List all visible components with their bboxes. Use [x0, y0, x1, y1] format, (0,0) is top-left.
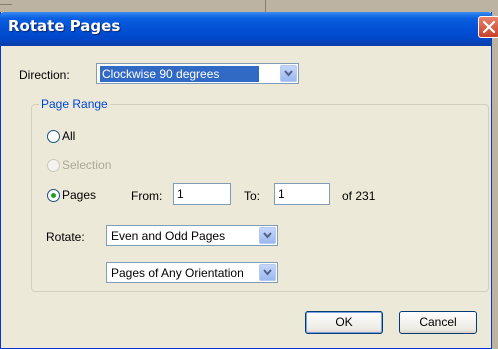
orientation-select[interactable]: Pages of Any Orientation: [106, 262, 278, 283]
chevron-down-icon: [263, 232, 272, 239]
all-label: All: [62, 129, 76, 143]
selection-radio: [47, 159, 60, 172]
pages-label: Pages: [62, 188, 97, 202]
pages-radio[interactable]: [47, 189, 60, 202]
from-input[interactable]: [173, 183, 231, 205]
cancel-button[interactable]: Cancel: [399, 311, 477, 334]
direction-label: Direction:: [19, 68, 70, 82]
rotate-pages-dialog: Rotate Pages Direction: Clockwise 90 deg…: [0, 12, 498, 349]
direction-dropdown-button[interactable]: [280, 65, 297, 82]
close-icon: [482, 20, 496, 34]
parity-select[interactable]: Even and Odd Pages: [106, 225, 278, 246]
title-bar[interactable]: Rotate Pages: [0, 12, 498, 46]
to-label: To:: [244, 189, 261, 203]
direction-select[interactable]: Clockwise 90 degrees: [96, 63, 299, 84]
orientation-selected-value: Pages of Any Orientation: [111, 266, 244, 280]
selection-label: Selection: [62, 158, 112, 172]
chevron-down-icon: [284, 70, 293, 77]
from-label: From:: [131, 189, 163, 203]
all-radio[interactable]: [47, 130, 60, 143]
radio-selected-dot: [51, 193, 56, 198]
direction-selected-value: Clockwise 90 degrees: [100, 66, 260, 82]
to-input[interactable]: [274, 183, 330, 205]
chevron-down-icon: [263, 269, 272, 276]
rotate-label: Rotate:: [46, 230, 85, 244]
dialog-title: Rotate Pages: [8, 17, 121, 35]
orientation-dropdown-button[interactable]: [259, 264, 276, 281]
page-range-legend: Page Range: [39, 97, 110, 111]
ok-button[interactable]: OK: [305, 311, 383, 334]
desktop-background-line: [265, 0, 266, 12]
parity-selected-value: Even and Odd Pages: [111, 229, 226, 243]
parity-dropdown-button[interactable]: [259, 227, 276, 244]
desktop-background-line: [0, 4, 12, 5]
close-button[interactable]: [478, 16, 498, 38]
page-count-text: of 231: [342, 189, 376, 203]
